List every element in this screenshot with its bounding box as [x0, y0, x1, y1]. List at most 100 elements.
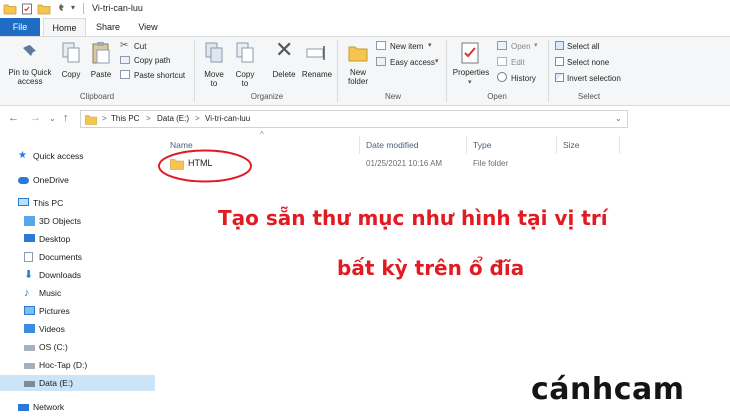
nav-item-pictures[interactable]: Pictures [24, 303, 155, 319]
rename-icon [306, 46, 325, 60]
copy-to-icon [236, 42, 254, 63]
clipboard-group-label: Clipboard [79, 92, 115, 101]
column-header-size[interactable]: Size [563, 140, 580, 150]
pin-label: Pin to Quick access [8, 68, 52, 86]
music-icon: ♪ [24, 287, 30, 299]
select-all-icon [555, 41, 564, 50]
tab-home[interactable]: Home [43, 18, 86, 36]
tab-view[interactable]: View [130, 18, 166, 36]
drive-icon [24, 345, 35, 351]
nav-onedrive[interactable]: OneDrive [18, 172, 155, 188]
group-divider [337, 40, 338, 102]
address-row: ← → ⌄ ↑ > This PC > Data (E:) > Vi-tri-c… [0, 108, 730, 130]
new-group-label: New [384, 92, 401, 101]
highlight-ellipse [158, 149, 252, 183]
copy-to-label: Copy to [235, 70, 255, 88]
history-label: History [511, 74, 536, 83]
move-to-icon [205, 42, 223, 63]
nav-item-label: Documents [39, 252, 82, 262]
nav-item-label: Videos [39, 324, 65, 334]
nav-item-music[interactable]: ♪ Music [24, 285, 155, 301]
nav-item-data-e[interactable]: Data (E:) [0, 375, 155, 391]
column-divider [556, 136, 557, 154]
nav-item-downloads[interactable]: ⬇ Downloads [24, 267, 155, 283]
nav-item-label: Data (E:) [39, 378, 74, 388]
breadcrumb-this-pc[interactable]: This PC [111, 114, 139, 123]
nav-item-label: Desktop [39, 234, 71, 244]
delete-label: Delete [272, 70, 296, 79]
paste-shortcut-label: Paste shortcut [134, 71, 186, 80]
history-icon [497, 72, 507, 82]
open-group-label: Open [487, 92, 507, 101]
annotation-line-2: bất kỳ trên ổ đĩa [337, 256, 525, 280]
nav-item-label: Hoc-Tap (D:) [39, 360, 88, 370]
brand-logo: cánhcam [531, 372, 685, 407]
rename-label: Rename [301, 70, 333, 79]
invert-selection-label: Invert selection [567, 74, 621, 83]
breadcrumb-current-folder[interactable]: Vi-tri-can-luu [205, 114, 250, 123]
nav-quick-access[interactable]: ★ Quick access [18, 148, 155, 164]
back-arrow-icon[interactable]: ← [8, 112, 19, 124]
nav-item-videos[interactable]: Videos [24, 321, 155, 337]
properties-quick-icon[interactable] [21, 3, 33, 15]
tab-file[interactable]: File [0, 18, 40, 36]
window-title: Vi-tri-can-luu [92, 3, 143, 13]
column-header-date[interactable]: Date modified [366, 140, 418, 150]
quick-access-toolbar-dropdown[interactable]: ▾ [71, 3, 75, 15]
nav-item-os-c[interactable]: OS (C:) [24, 339, 155, 355]
address-refresh-icon[interactable]: ⌄ [615, 114, 622, 123]
group-divider [548, 40, 549, 102]
nav-network-label: Network [33, 402, 65, 412]
new-folder-quick-icon[interactable] [37, 3, 51, 15]
new-folder-label: New folder [347, 68, 368, 86]
documents-icon [24, 252, 33, 262]
network-icon [18, 404, 29, 411]
nav-item-desktop[interactable]: Desktop [24, 231, 155, 247]
paste-shortcut-icon [120, 70, 130, 79]
nav-item-label: Downloads [39, 270, 82, 280]
invert-selection-icon [555, 73, 564, 82]
title-separator [83, 3, 84, 14]
paste-icon [92, 42, 110, 64]
pin-icon[interactable] [56, 3, 66, 15]
delete-icon: ✕ [275, 37, 294, 62]
group-divider [194, 40, 195, 102]
annotation-line-1: Tạo sẵn thư mục như hình tại vị trí [218, 206, 608, 230]
open-label: Open [511, 42, 531, 51]
move-to-label: Move to [204, 70, 224, 88]
cloud-icon [18, 177, 29, 184]
select-none-label: Select none [567, 58, 610, 67]
nav-onedrive-label: OneDrive [33, 175, 69, 185]
drive-icon [24, 363, 35, 369]
breadcrumb-separator: > [195, 114, 200, 123]
edit-icon [497, 57, 507, 66]
nav-item-3d-objects[interactable]: 3D Objects [24, 213, 155, 229]
up-arrow-icon[interactable]: ↑ [63, 112, 69, 124]
nav-item-label: 3D Objects [39, 216, 82, 226]
breadcrumb-separator: > [146, 114, 151, 123]
column-divider [466, 136, 467, 154]
nav-item-documents[interactable]: Documents [24, 249, 155, 265]
copy-path-label: Copy path [134, 56, 171, 65]
videos-icon [24, 324, 35, 333]
desktop-icon [24, 234, 35, 242]
nav-item-label: Music [39, 288, 62, 298]
nav-item-hoc-tap-d[interactable]: Hoc-Tap (D:) [24, 357, 155, 373]
select-group-label: Select [577, 92, 601, 101]
forward-arrow-icon[interactable]: → [30, 112, 41, 124]
tab-share[interactable]: Share [88, 18, 128, 36]
folder-icon [3, 4, 17, 15]
star-icon: ★ [18, 150, 27, 161]
address-bar[interactable]: > This PC > Data (E:) > Vi-tri-can-luu ⌄ [80, 110, 628, 128]
pin-icon [22, 45, 36, 57]
nav-network[interactable]: Network [18, 399, 155, 415]
nav-this-pc[interactable]: This PC [18, 195, 155, 211]
copy-icon [62, 42, 80, 63]
nav-item-label: OS (C:) [39, 342, 68, 352]
column-header-type[interactable]: Type [473, 140, 491, 150]
select-all-label: Select all [567, 42, 600, 51]
column-divider [619, 136, 620, 154]
breadcrumb-data-e[interactable]: Data (E:) [157, 114, 189, 123]
file-type: File folder [473, 159, 509, 168]
recent-locations-chevron-icon[interactable]: ⌄ [49, 114, 56, 123]
